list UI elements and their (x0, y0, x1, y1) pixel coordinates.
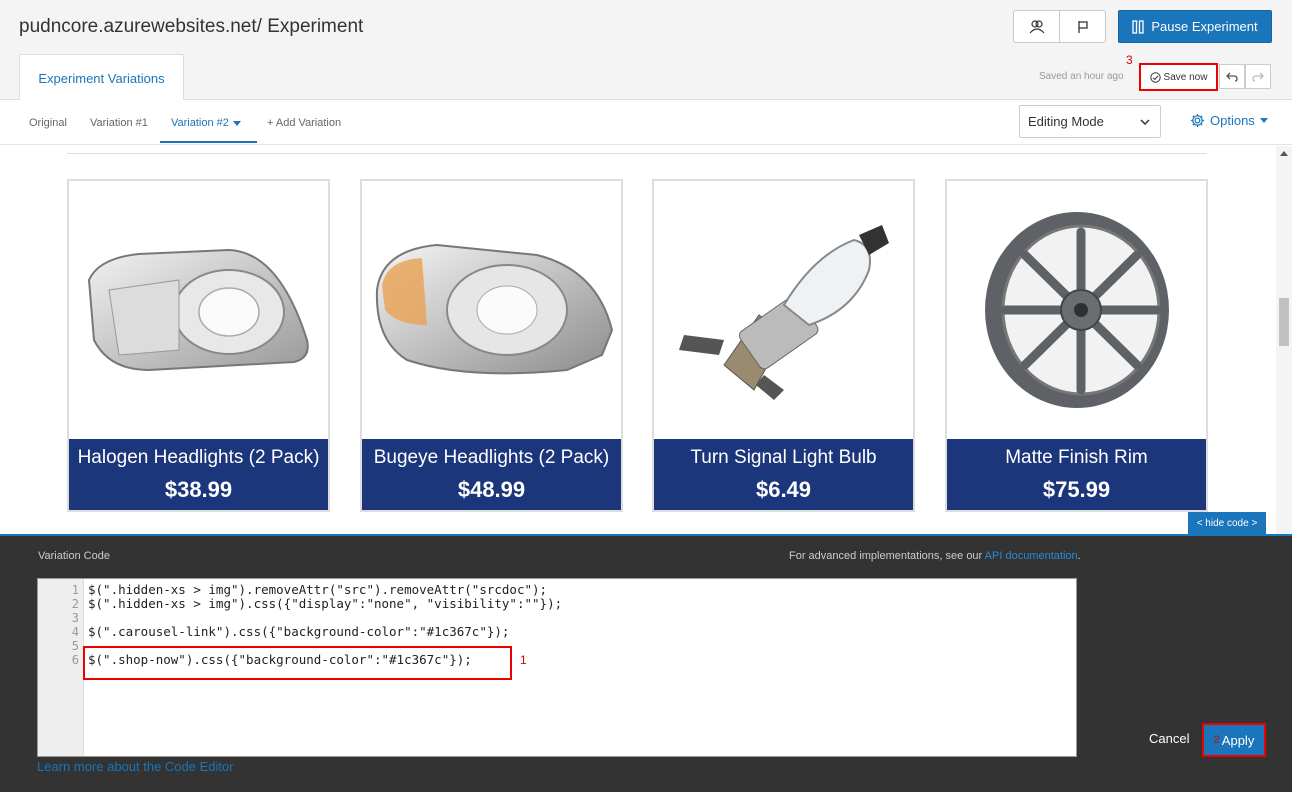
add-variation-button[interactable]: + Add Variation (267, 117, 341, 129)
redo-button[interactable] (1245, 64, 1271, 89)
tab-variation-2-label: Variation #2 (171, 117, 229, 129)
product-image (362, 181, 621, 439)
header: pudncore.azurewebsites.net/ Experiment P… (0, 0, 1292, 101)
product-image (69, 181, 328, 439)
advanced-note: For advanced implementations, see our AP… (789, 550, 1081, 562)
page-title: pudncore.azurewebsites.net/ Experiment (19, 16, 364, 37)
line-number: 5 (71, 639, 79, 653)
product-price: $6.49 (755, 477, 812, 502)
tab-experiment-variations[interactable]: Experiment Variations (19, 54, 184, 101)
apply-label: Apply (1221, 732, 1255, 748)
annotation-2: 2 (1213, 734, 1220, 746)
variation-code-label: Variation Code (38, 550, 110, 562)
api-documentation-link[interactable]: API documentation (985, 550, 1078, 562)
product-image (654, 181, 913, 439)
advanced-note-suffix: . (1077, 550, 1081, 562)
undo-button[interactable] (1219, 64, 1245, 89)
gear-icon (1190, 113, 1205, 128)
line-number: 2 (71, 597, 79, 611)
product-banner: Bugeye Headlights (2 Pack) $48.99 (362, 439, 621, 510)
product-price: $75.99 (1042, 477, 1111, 502)
apply-button[interactable]: 2 Apply (1202, 723, 1266, 757)
goals-button[interactable] (1059, 10, 1106, 43)
line-number: 1 (71, 583, 79, 597)
pause-experiment-label: Pause Experiment (1151, 19, 1258, 34)
undo-icon (1226, 72, 1238, 82)
caret-down-icon (1259, 118, 1268, 123)
pause-icon (1132, 19, 1145, 34)
product-name: Halogen Headlights (2 Pack) (77, 447, 320, 468)
light-bulb-image (678, 225, 889, 400)
pause-experiment-button[interactable]: Pause Experiment (1118, 10, 1272, 43)
scroll-thumb[interactable] (1279, 298, 1289, 346)
line-number: 6 (71, 653, 79, 667)
variation-bar: Original Variation #1 Variation #2 + Add… (0, 100, 1292, 145)
redo-icon (1252, 72, 1264, 82)
hide-code-button[interactable]: < hide code > (1188, 512, 1266, 534)
audience-button[interactable] (1013, 10, 1060, 43)
rim-image (984, 212, 1169, 408)
scroll-up-icon (1280, 151, 1288, 156)
product-card[interactable]: Matte Finish Rim $75.99 (945, 179, 1208, 512)
product-name: Matte Finish Rim (1005, 447, 1148, 468)
page-preview: Halogen Headlights (2 Pack) $38.99 Bugey… (0, 146, 1292, 534)
chevron-down-icon (1140, 118, 1150, 125)
caret-down-icon (232, 120, 241, 126)
save-now-button[interactable]: Save now (1139, 63, 1218, 91)
code-panel: Variation Code For advanced implementati… (0, 534, 1292, 792)
tab-variation-1[interactable]: Variation #1 (90, 117, 148, 129)
options-menu[interactable]: Options (1190, 113, 1268, 128)
save-now-label: Save now (1163, 71, 1208, 83)
tab-variation-2[interactable]: Variation #2 (171, 117, 241, 129)
preview-scrollbar[interactable] (1276, 146, 1292, 534)
code-editor[interactable]: 1 2 3 4 5 6 $(".hidden-xs > img").remove… (37, 578, 1077, 757)
divider (67, 153, 1207, 154)
headlight-image (87, 248, 309, 372)
code-line: $(".hidden-xs > img").removeAttr("src").… (88, 582, 548, 597)
product-banner: Matte Finish Rim $75.99 (947, 439, 1206, 510)
product-card[interactable]: Bugeye Headlights (2 Pack) $48.99 (360, 179, 623, 512)
users-icon (1029, 19, 1044, 33)
annotation-3: 3 (1126, 53, 1133, 67)
product-price: $48.99 (457, 477, 526, 502)
annotation-highlight-box (83, 646, 512, 680)
active-tab-indicator (160, 141, 257, 143)
product-name: Bugeye Headlights (2 Pack) (373, 447, 610, 468)
advanced-note-text: For advanced implementations, see our (789, 550, 985, 562)
check-circle-icon (1149, 71, 1161, 83)
product-banner: Turn Signal Light Bulb $6.49 (654, 439, 913, 510)
bugeye-headlight-image (375, 243, 613, 375)
editing-mode-value: Editing Mode (1028, 114, 1104, 129)
line-number: 4 (71, 625, 79, 639)
product-name: Turn Signal Light Bulb (690, 447, 877, 468)
editing-mode-select[interactable]: Editing Mode (1019, 105, 1161, 138)
product-banner: Halogen Headlights (2 Pack) $38.99 (69, 439, 328, 510)
options-label: Options (1210, 113, 1255, 128)
code-line: $(".hidden-xs > img").css({"display":"no… (88, 596, 563, 611)
saved-status: Saved an hour ago (1039, 71, 1124, 82)
learn-more-link[interactable]: Learn more about the Code Editor (37, 759, 234, 774)
product-price: $38.99 (164, 477, 233, 502)
code-line: $(".carousel-link").css({"background-col… (88, 624, 510, 639)
product-image (947, 181, 1206, 439)
annotation-1: 1 (520, 653, 527, 667)
cancel-button[interactable]: Cancel (1149, 731, 1189, 746)
line-number: 3 (71, 611, 79, 625)
product-card[interactable]: Turn Signal Light Bulb $6.49 (652, 179, 915, 512)
line-gutter: 1 2 3 4 5 6 (38, 579, 84, 756)
flag-icon (1077, 20, 1088, 33)
tab-original[interactable]: Original (29, 117, 67, 129)
product-card[interactable]: Halogen Headlights (2 Pack) $38.99 (67, 179, 330, 512)
